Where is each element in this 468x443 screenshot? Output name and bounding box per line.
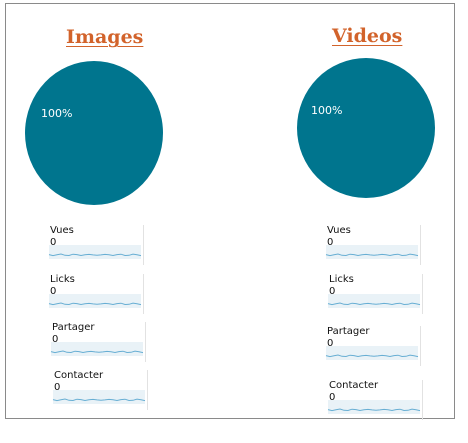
stat-divider bbox=[147, 370, 148, 410]
videos-pie-chart: 100% bbox=[297, 58, 435, 198]
stat-divider bbox=[143, 225, 144, 265]
videos-pie-label: 100% bbox=[311, 104, 342, 117]
sparkline-line bbox=[327, 408, 421, 412]
images-stat-share: Partager 0 bbox=[50, 322, 151, 366]
dashboard-frame: Images 100% Vues 0 Licks 0 Partager 0 Co… bbox=[5, 3, 456, 420]
stat-divider bbox=[143, 274, 144, 314]
stat-label: Partager bbox=[327, 326, 370, 337]
videos-stat-contact: Contacter 0 bbox=[327, 380, 428, 424]
stat-label: Vues bbox=[50, 225, 74, 236]
sparkline bbox=[52, 390, 146, 404]
images-stat-views: Vues 0 bbox=[48, 225, 149, 269]
images-pie-slice[interactable] bbox=[25, 61, 163, 205]
sparkline-line bbox=[325, 354, 419, 358]
sparkline-line bbox=[48, 302, 142, 306]
videos-panel: Videos 100% Vues 0 Licks 0 Partager 0 Co… bbox=[231, 4, 456, 420]
stat-label: Vues bbox=[327, 225, 351, 236]
images-panel: Images 100% Vues 0 Licks 0 Partager 0 Co… bbox=[6, 4, 231, 420]
videos-stat-licks: Licks 0 bbox=[327, 274, 428, 318]
stat-label: Licks bbox=[329, 274, 354, 285]
images-pie-chart: 100% bbox=[25, 61, 163, 205]
stat-divider bbox=[145, 322, 146, 362]
sparkline-line bbox=[52, 398, 146, 402]
sparkline bbox=[48, 245, 142, 259]
stat-divider bbox=[420, 225, 421, 265]
stat-label: Contacter bbox=[329, 380, 379, 391]
videos-pie-slice[interactable] bbox=[297, 58, 435, 198]
images-pie-label: 100% bbox=[41, 107, 72, 120]
images-stat-licks: Licks 0 bbox=[48, 274, 149, 318]
sparkline bbox=[48, 294, 142, 308]
sparkline bbox=[327, 400, 421, 414]
sparkline-line bbox=[48, 253, 142, 257]
videos-stat-share: Partager 0 bbox=[325, 326, 426, 370]
sparkline-line bbox=[50, 350, 144, 354]
videos-stat-views: Vues 0 bbox=[325, 225, 426, 269]
stat-label: Licks bbox=[50, 274, 75, 285]
stat-divider bbox=[420, 326, 421, 366]
stat-label: Partager bbox=[52, 322, 95, 333]
images-title: Images bbox=[66, 26, 144, 48]
images-stat-contact: Contacter 0 bbox=[52, 370, 153, 414]
stat-divider bbox=[422, 380, 423, 420]
sparkline bbox=[325, 245, 419, 259]
sparkline-line bbox=[327, 302, 421, 306]
sparkline bbox=[325, 346, 419, 360]
stat-divider bbox=[422, 274, 423, 314]
sparkline bbox=[50, 342, 144, 356]
videos-title: Videos bbox=[332, 25, 403, 47]
sparkline bbox=[327, 294, 421, 308]
stat-label: Contacter bbox=[54, 370, 104, 381]
sparkline-line bbox=[325, 253, 419, 257]
